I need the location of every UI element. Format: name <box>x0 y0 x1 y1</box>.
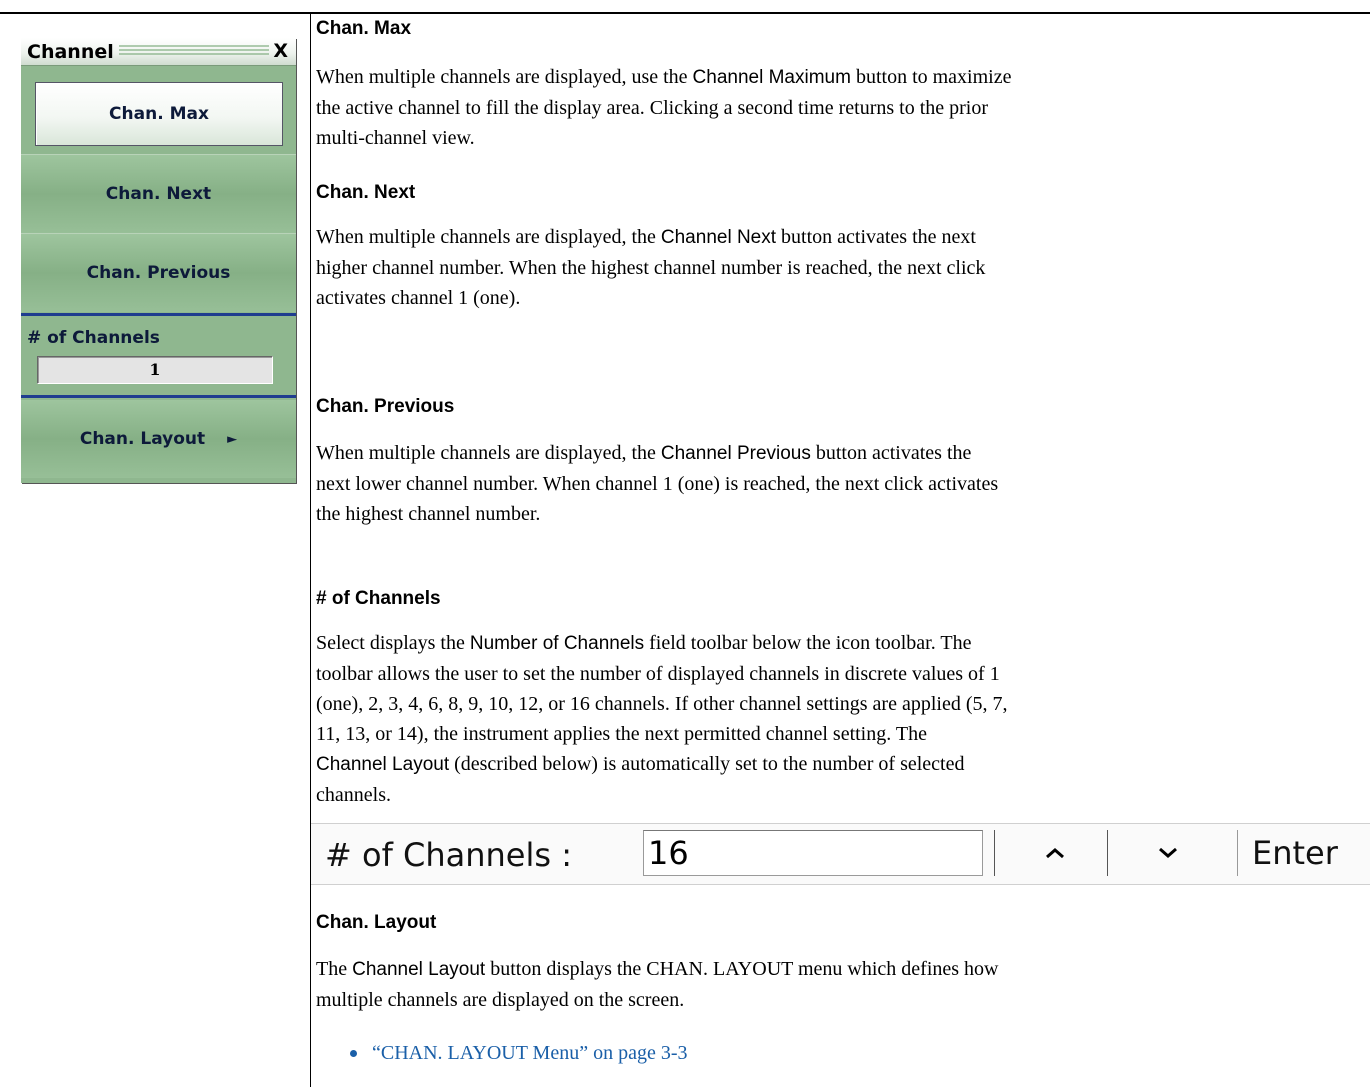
separator-line <box>21 313 296 316</box>
title-bar-grip <box>119 45 269 57</box>
num-channels-field[interactable]: 1 <box>37 356 273 384</box>
separator-line <box>21 395 296 398</box>
chevron-up-icon <box>1045 848 1064 859</box>
chan-next-button[interactable]: Chan. Next <box>21 154 296 233</box>
paragraph-chan-layout: The Channel Layout button displays the C… <box>316 958 999 1011</box>
heading-chan-layout: Chan. Layout <box>316 912 437 933</box>
channel-menu-panel: Channel X Chan. Max Chan. Next Chan. Pre… <box>21 38 296 483</box>
num-channels-input[interactable]: 16 <box>643 830 983 876</box>
chan-layout-menu-link[interactable]: “CHAN. LAYOUT Menu” on page 3-3 <box>372 1042 688 1064</box>
heading-num-channels: # of Channels <box>316 588 441 609</box>
chan-next-label: Chan. Next <box>105 184 212 204</box>
chan-layout-button[interactable]: Chan. Layout ► <box>21 400 296 478</box>
close-button[interactable]: X <box>273 40 288 62</box>
num-channels-toolbar: # of Channels : 16 Enter <box>311 823 1370 885</box>
paragraph-chan-previous: When multiple channels are displayed, th… <box>316 442 999 525</box>
heading-chan-previous: Chan. Previous <box>316 396 455 417</box>
decrement-button[interactable] <box>1107 830 1227 876</box>
heading-chan-next: Chan. Next <box>316 182 416 203</box>
paragraph-chan-next: When multiple channels are displayed, th… <box>316 226 986 309</box>
num-channels-label: # of Channels <box>27 328 160 348</box>
heading-chan-max: Chan. Max <box>316 18 412 39</box>
chan-layout-label: Chan. Layout <box>79 429 206 449</box>
top-rule <box>0 12 1370 14</box>
chan-max-button[interactable]: Chan. Max <box>35 82 283 146</box>
chan-max-label: Chan. Max <box>109 104 209 124</box>
column-divider <box>310 12 311 1087</box>
increment-button[interactable] <box>994 830 1114 876</box>
submenu-arrow-icon: ► <box>227 431 238 447</box>
menu-title-bar: Channel X <box>21 38 296 66</box>
chan-previous-button[interactable]: Chan. Previous <box>21 233 296 312</box>
bullet-icon <box>350 1050 357 1057</box>
paragraph-chan-max: When multiple channels are displayed, us… <box>316 66 1012 149</box>
menu-title: Channel <box>27 41 114 63</box>
toolbar-label: # of Channels : <box>325 836 572 874</box>
paragraph-num-channels: Select displays the Number of Channels f… <box>316 632 1008 806</box>
enter-button[interactable]: Enter <box>1237 830 1367 876</box>
chan-previous-label: Chan. Previous <box>86 263 231 283</box>
list-item: “CHAN. LAYOUT Menu” on page 3-3 <box>350 1038 688 1068</box>
chevron-down-icon <box>1158 847 1177 858</box>
